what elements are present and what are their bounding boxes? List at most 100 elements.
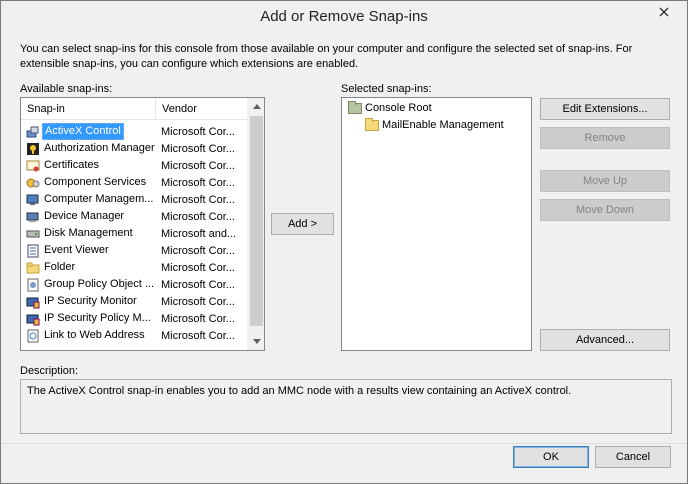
list-item[interactable]: Component Services Microsoft Cor...	[21, 174, 247, 191]
list-item[interactable]: Event Viewer Microsoft Cor...	[21, 242, 247, 259]
move-down-button[interactable]: Move Down	[540, 199, 670, 221]
snapin-name-cell: Device Manager	[21, 209, 156, 224]
footer-separator	[1, 443, 687, 444]
snapin-vendor: Microsoft Cor...	[161, 159, 235, 172]
edit-extensions-button[interactable]: Edit Extensions...	[540, 98, 670, 120]
snapin-name: Component Services	[44, 176, 147, 188]
snapin-name-cell: Authorization Manager	[21, 141, 156, 156]
close-button[interactable]	[649, 2, 679, 22]
snapin-name: Link to Web Address	[44, 329, 145, 341]
list-item[interactable]: Computer Managem... Microsoft Cor...	[21, 191, 247, 208]
snapin-vendor: Microsoft Cor...	[161, 278, 235, 291]
snapin-vendor: Microsoft Cor...	[161, 193, 235, 206]
list-item[interactable]: Link to Web Address Microsoft Cor...	[21, 327, 247, 344]
console-root-folder-icon	[348, 100, 362, 114]
list-item[interactable]: ActiveX Control Microsoft Cor...	[21, 123, 247, 140]
snapin-name-cell: Computer Managem...	[21, 192, 156, 207]
selected-snapins-label: Selected snap-ins:	[341, 83, 432, 95]
chevron-up-icon	[252, 104, 261, 109]
snapin-vendor: Microsoft Cor...	[161, 312, 235, 325]
scroll-thumb[interactable]	[250, 116, 263, 326]
advanced-button[interactable]: Advanced...	[540, 329, 670, 351]
available-snapins-label: Available snap-ins:	[20, 83, 113, 95]
snapin-vendor: Microsoft Cor...	[161, 329, 235, 342]
activex-icon	[26, 125, 40, 139]
snapin-name: ActiveX Control	[42, 123, 124, 140]
list-item[interactable]: Device Manager Microsoft Cor...	[21, 208, 247, 225]
scroll-down-arrow[interactable]	[248, 333, 264, 350]
scroll-up-arrow[interactable]	[248, 98, 264, 115]
ip-security-policy-icon	[26, 312, 40, 326]
list-item[interactable]: IP Security Monitor Microsoft Cor...	[21, 293, 247, 310]
add-button[interactable]: Add >	[271, 213, 334, 235]
snapin-vendor: Microsoft Cor...	[161, 210, 235, 223]
cancel-button[interactable]: Cancel	[595, 446, 671, 468]
tree-item-label: MailEnable Management	[382, 119, 504, 131]
snapin-name-cell: Group Policy Object ...	[21, 277, 156, 292]
description-label: Description:	[20, 365, 79, 377]
ip-security-icon	[26, 295, 40, 309]
disk-icon	[26, 227, 40, 241]
snapin-name-cell: Folder	[21, 260, 156, 275]
snapin-name: Authorization Manager	[44, 142, 155, 154]
snapin-name-cell: IP Security Monitor	[21, 294, 156, 309]
snapin-name-cell: Disk Management	[21, 226, 156, 241]
snapin-name: IP Security Monitor	[44, 295, 137, 307]
certificate-icon	[26, 159, 40, 173]
snapin-name: Certificates	[44, 159, 100, 171]
window-title: Add or Remove Snap-ins	[260, 8, 428, 25]
remove-button[interactable]: Remove	[540, 127, 670, 149]
snapin-name: IP Security Policy M...	[44, 312, 151, 324]
snapin-name: Event Viewer	[44, 244, 109, 256]
snapin-name: Device Manager	[44, 210, 125, 222]
selected-snapins-tree[interactable]: Console Root MailEnable Management	[341, 97, 532, 351]
list-item[interactable]: IP Security Policy M... Microsoft Cor...	[21, 310, 247, 327]
snapin-name: Disk Management	[44, 227, 133, 239]
chevron-down-icon	[252, 339, 261, 344]
snapin-vendor: Microsoft Cor...	[161, 261, 235, 274]
tree-item-mailenable[interactable]: MailEnable Management	[365, 117, 504, 131]
snapin-name-cell: Certificates	[21, 158, 156, 173]
snapin-vendor: Microsoft Cor...	[161, 142, 235, 155]
snapin-name-cell: Link to Web Address	[21, 328, 156, 343]
list-item[interactable]: Disk Management Microsoft and...	[21, 225, 247, 242]
add-remove-snapins-dialog: Add or Remove Snap-ins You can select sn…	[0, 0, 688, 484]
folder-icon	[365, 117, 379, 131]
snapin-name-cell: ActiveX Control	[21, 123, 156, 140]
snapin-name-cell: Event Viewer	[21, 243, 156, 258]
snapin-name: Group Policy Object ...	[44, 278, 155, 290]
ok-button[interactable]: OK	[513, 446, 589, 468]
computer-management-icon	[26, 193, 40, 207]
available-snapins-list[interactable]: Snap-in Vendor ActiveX Control Microsoft …	[20, 97, 265, 351]
snapin-vendor: Microsoft Cor...	[161, 295, 235, 308]
snapin-vendor: Microsoft Cor...	[161, 244, 235, 257]
list-scrollbar[interactable]	[247, 98, 264, 350]
list-item[interactable]: Folder Microsoft Cor...	[21, 259, 247, 276]
column-header-vendor[interactable]: Vendor	[156, 98, 247, 120]
component-services-icon	[26, 176, 40, 190]
snapin-vendor: Microsoft and...	[161, 227, 237, 240]
event-viewer-icon	[26, 244, 40, 258]
title-bar: Add or Remove Snap-ins	[1, 1, 687, 31]
list-item[interactable]: Group Policy Object ... Microsoft Cor...	[21, 276, 247, 293]
intro-text: You can select snap-ins for this console…	[20, 43, 633, 70]
snapin-name: Folder	[44, 261, 76, 273]
snapin-vendor: Microsoft Cor...	[161, 176, 235, 189]
tree-item-console-root[interactable]: Console Root	[348, 100, 432, 114]
web-link-icon	[26, 329, 40, 343]
column-header-snapin[interactable]: Snap-in	[21, 98, 156, 120]
authorization-icon	[26, 142, 40, 156]
description-text: The ActiveX Control snap-in enables you …	[27, 385, 572, 397]
tree-item-label: Console Root	[365, 102, 432, 114]
description-box: The ActiveX Control snap-in enables you …	[20, 379, 672, 434]
list-item[interactable]: Certificates Microsoft Cor...	[21, 157, 247, 174]
list-header: Snap-in Vendor	[21, 98, 247, 120]
snapin-name-cell: IP Security Policy M...	[21, 311, 156, 326]
snapin-name: Computer Managem...	[44, 193, 154, 205]
group-policy-icon	[26, 278, 40, 292]
move-up-button[interactable]: Move Up	[540, 170, 670, 192]
list-item[interactable]: Authorization Manager Microsoft Cor...	[21, 140, 247, 157]
snapin-vendor: Microsoft Cor...	[161, 125, 235, 138]
device-manager-icon	[26, 210, 40, 224]
close-icon	[659, 7, 669, 17]
